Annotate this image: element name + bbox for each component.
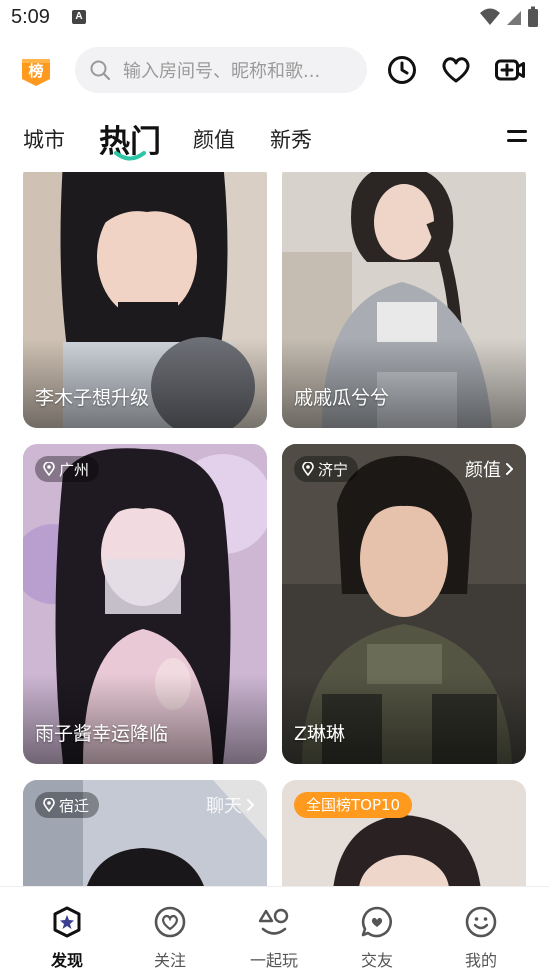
location-text: 济宁 xyxy=(318,460,349,479)
live-room-card[interactable]: 戚戚瓜兮兮 xyxy=(282,172,526,428)
streamer-name: 雨子酱幸运降临 xyxy=(35,723,169,745)
location-pill: 济宁 xyxy=(294,456,359,482)
active-tab-indicator xyxy=(114,151,146,161)
history-clock-icon[interactable] xyxy=(386,54,418,86)
nav-discover[interactable]: 发现 xyxy=(12,887,122,977)
nav-play-together[interactable]: 一起玩 xyxy=(219,887,329,977)
wifi-icon xyxy=(480,8,500,25)
follow-heart-icon xyxy=(154,906,186,938)
nav-make-friends[interactable]: 交友 xyxy=(322,887,432,977)
nav-label: 交友 xyxy=(360,951,393,970)
rank-badge-label: 榜 xyxy=(28,62,44,80)
category-tag[interactable]: 聊天 xyxy=(206,792,255,818)
live-room-card[interactable]: 济宁 颜值 Z琳琳 xyxy=(282,444,526,764)
search-bar[interactable]: 输入房间号、昵称和歌... xyxy=(75,47,367,93)
nav-profile[interactable]: 我的 xyxy=(426,887,536,977)
live-room-card[interactable]: 李木子想升级 xyxy=(23,172,267,428)
play-together-icon xyxy=(258,908,289,935)
location-text: 宿迁 xyxy=(59,796,90,815)
tab-newcomer[interactable]: 新秀 xyxy=(270,124,312,154)
chat-bubble-icon xyxy=(361,906,392,938)
search-placeholder: 输入房间号、昵称和歌... xyxy=(123,61,321,82)
signal-icon xyxy=(507,11,521,25)
nav-label: 我的 xyxy=(464,951,497,970)
category-tabs: 城市 热门 颜值 新秀 xyxy=(0,110,549,170)
search-icon xyxy=(90,60,111,81)
category-tag[interactable]: 颜值 xyxy=(465,456,514,482)
category-tag-label: 颜值 xyxy=(465,460,501,481)
category-tag-label: 聊天 xyxy=(206,796,242,817)
battery-icon xyxy=(528,6,538,27)
national-rank-badge: 全国榜TOP10 xyxy=(294,792,413,818)
streamer-name: 李木子想升级 xyxy=(35,387,150,409)
video-camera-plus-icon[interactable] xyxy=(494,54,526,86)
streamer-name: Z琳琳 xyxy=(294,723,346,745)
live-room-card[interactable]: 全国榜TOP10 xyxy=(282,780,526,886)
tab-city[interactable]: 城市 xyxy=(23,124,65,154)
nav-label: 一起玩 xyxy=(249,951,298,970)
notification-icon: A xyxy=(72,10,86,24)
menu-icon[interactable] xyxy=(507,130,527,146)
nav-label: 发现 xyxy=(50,951,83,970)
discover-star-icon xyxy=(53,906,81,938)
nav-follow[interactable]: 关注 xyxy=(115,887,225,977)
location-pin-icon xyxy=(302,462,314,476)
heart-icon[interactable] xyxy=(440,54,472,86)
live-room-feed: 李木子想升级 戚戚瓜兮兮 广州 雨子酱幸运降临 济宁 颜值 Z琳琳 宿迁 聊天 … xyxy=(0,172,549,886)
location-pin-icon xyxy=(43,462,55,476)
location-pill: 广州 xyxy=(35,456,100,482)
live-room-card[interactable]: 广州 雨子酱幸运降临 xyxy=(23,444,267,764)
status-time: 5:09 xyxy=(11,6,50,28)
location-text: 广州 xyxy=(59,460,90,479)
rank-badge-button[interactable]: 榜 xyxy=(19,55,53,87)
live-room-card[interactable]: 宿迁 聊天 xyxy=(23,780,267,886)
nav-label: 关注 xyxy=(153,951,186,970)
streamer-name: 戚戚瓜兮兮 xyxy=(294,387,390,409)
location-pill: 宿迁 xyxy=(35,792,100,818)
status-bar: 5:09 A xyxy=(0,0,549,36)
status-indicators xyxy=(479,6,539,28)
chevron-right-icon xyxy=(506,463,513,475)
smile-face-icon xyxy=(465,906,497,938)
chevron-right-icon xyxy=(247,799,254,811)
bottom-navigation: 发现 关注 一起玩 交友 我的 xyxy=(0,886,549,977)
location-pin-icon xyxy=(43,798,55,812)
tab-looks[interactable]: 颜值 xyxy=(193,124,235,154)
